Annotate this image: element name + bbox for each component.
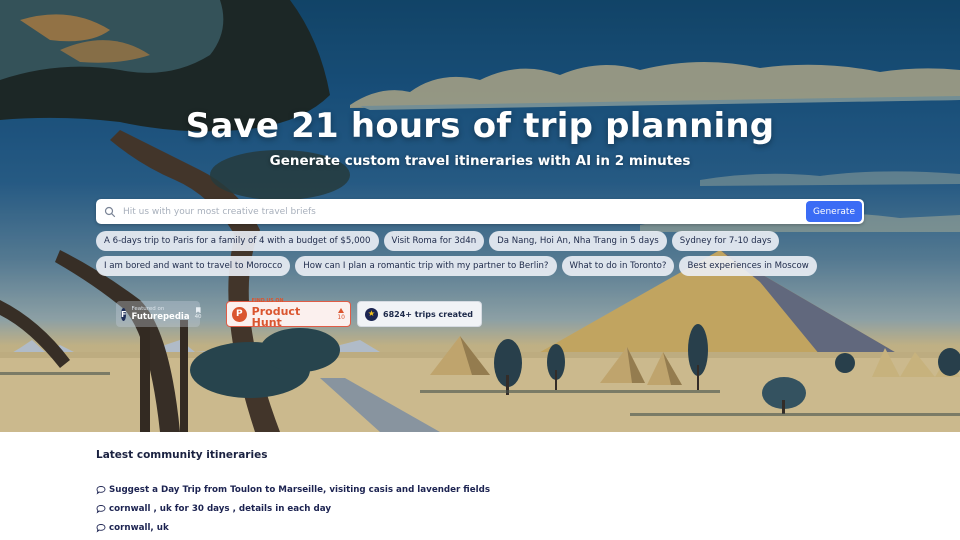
futurepedia-badge[interactable]: F Featured on Futurepedia 40 bbox=[116, 301, 202, 327]
itinerary-link[interactable]: cornwall, uk bbox=[109, 523, 169, 533]
suggestion-chip[interactable]: What to do in Toronto? bbox=[561, 256, 675, 276]
suggestion-chip[interactable]: Visit Roma for 3d4n bbox=[383, 231, 485, 251]
suggestion-chips-row-2: I am bored and want to travel to Morocco… bbox=[96, 256, 876, 276]
star-icon: ★ bbox=[365, 307, 378, 321]
community-section-title: Latest community itineraries bbox=[96, 449, 268, 461]
suggestion-chip[interactable]: Sydney for 7-10 days bbox=[671, 231, 780, 251]
product-hunt-name: Product Hunt bbox=[251, 304, 301, 329]
suggestion-chip[interactable]: A 6-days trip to Paris for a family of 4… bbox=[96, 231, 379, 251]
generate-button[interactable]: Generate bbox=[805, 201, 862, 222]
search-icon bbox=[104, 206, 116, 218]
itinerary-list-item[interactable]: Suggest a Day Trip from Toulon to Marsei… bbox=[96, 480, 490, 499]
suggestion-chip[interactable]: How can I plan a romantic trip with my p… bbox=[295, 256, 557, 276]
product-hunt-logo-icon: P bbox=[232, 306, 247, 322]
travel-brief-input[interactable] bbox=[123, 199, 806, 224]
bookmark-icon bbox=[195, 307, 201, 314]
trips-created-badge: ★ 6824+ trips created bbox=[357, 301, 483, 327]
itinerary-link[interactable]: cornwall , uk for 30 days , details in e… bbox=[109, 504, 331, 514]
speech-bubble-icon bbox=[96, 523, 106, 533]
product-hunt-count: 10 bbox=[337, 313, 345, 321]
upvote-icon bbox=[338, 307, 345, 313]
suggestion-chip[interactable]: Da Nang, Hoi An, Nha Trang in 5 days bbox=[489, 231, 667, 251]
hero-section: Save 21 hours of trip planning Generate … bbox=[0, 0, 960, 432]
page-subheadline: Generate custom travel itineraries with … bbox=[269, 153, 691, 169]
product-hunt-badge[interactable]: P FIND US ON Product Hunt 10 bbox=[226, 299, 351, 329]
speech-bubble-icon bbox=[96, 485, 106, 495]
badges-row: F Featured on Futurepedia 40 P FIND US O… bbox=[116, 299, 483, 329]
search-bar: Generate bbox=[96, 199, 864, 224]
itinerary-list-item[interactable]: cornwall , uk for 30 days , details in e… bbox=[96, 499, 490, 518]
suggestion-chip[interactable]: I am bored and want to travel to Morocco bbox=[96, 256, 291, 276]
suggestion-chip[interactable]: Best experiences in Moscow bbox=[679, 256, 817, 276]
trips-created-label: 6824+ trips created bbox=[383, 309, 474, 319]
itinerary-list: Suggest a Day Trip from Toulon to Marsei… bbox=[96, 480, 490, 537]
itinerary-list-item[interactable]: cornwall, uk bbox=[96, 518, 490, 537]
page-headline: Save 21 hours of trip planning bbox=[185, 106, 775, 146]
itinerary-link[interactable]: Suggest a Day Trip from Toulon to Marsei… bbox=[109, 485, 490, 495]
suggestion-chips-row-1: A 6-days trip to Paris for a family of 4… bbox=[96, 231, 876, 251]
futurepedia-name: Futurepedia bbox=[131, 312, 190, 322]
speech-bubble-icon bbox=[96, 504, 106, 514]
futurepedia-count: 40 bbox=[194, 314, 202, 321]
futurepedia-logo-icon: F bbox=[121, 307, 127, 321]
